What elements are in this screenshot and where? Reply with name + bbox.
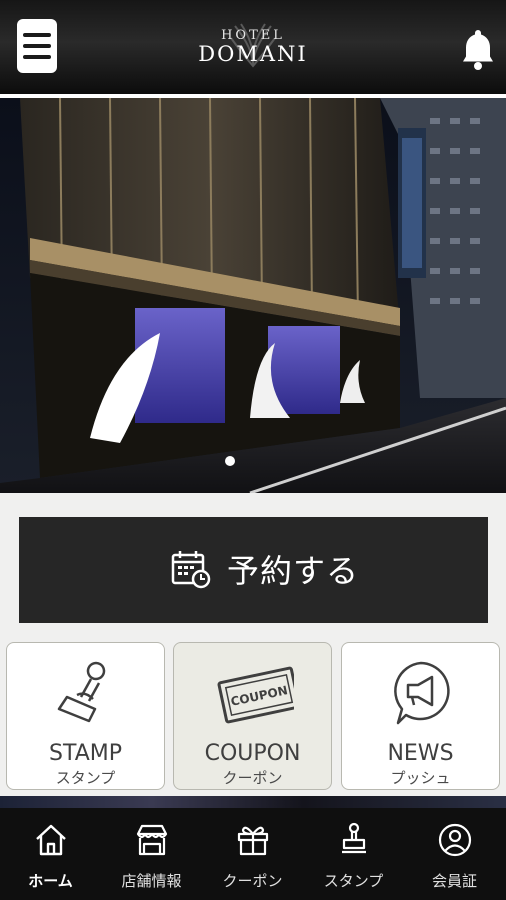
tab-home-label: ホーム (28, 872, 73, 890)
app-header: HOTEL DOMANI (0, 0, 506, 98)
news-tile[interactable]: NEWS プッシュ (341, 642, 500, 790)
coupon-subtitle: クーポン (222, 769, 283, 787)
stamp-icon (342, 822, 366, 854)
logo-hotel-text: HOTEL (221, 28, 285, 43)
calendar-clock-icon (171, 551, 211, 589)
coupon-tile[interactable]: COUPON COUPON クーポン (173, 642, 332, 790)
tab-stamp[interactable]: スタンプ (303, 808, 404, 900)
bottom-tab-bar: ホーム 店舗情報 クーポン スタンプ 会員証 (0, 808, 506, 900)
member-icon (438, 823, 472, 857)
tab-stamp-label: スタンプ (323, 872, 384, 890)
tab-member-card-label: 会員証 (431, 872, 477, 890)
stamp-subtitle: スタンプ (55, 769, 116, 787)
content-strip (0, 796, 506, 808)
tab-shop-info-label: 店舗情報 (121, 872, 182, 890)
news-title: NEWS (387, 741, 454, 766)
news-subtitle: プッシュ (390, 769, 451, 787)
tab-home[interactable]: ホーム (0, 808, 101, 900)
carousel-dot[interactable] (225, 456, 235, 466)
hero-image[interactable] (0, 98, 506, 493)
coupon-icon: COUPON (217, 666, 294, 724)
shop-icon (136, 824, 168, 856)
menu-button[interactable] (17, 19, 57, 73)
stamp-icon (57, 661, 106, 723)
home-icon (36, 824, 66, 856)
coupon-title: COUPON (204, 741, 301, 766)
gift-icon (237, 826, 269, 856)
hotel-photo (0, 98, 506, 493)
bell-icon[interactable] (462, 28, 494, 70)
megaphone-icon (394, 661, 450, 725)
tab-coupon[interactable]: クーポン (202, 808, 303, 900)
stamp-tile[interactable]: STAMP スタンプ (6, 642, 165, 790)
feature-tiles: STAMP スタンプ COUPON COUPON クーポン NEWS プッシュ (0, 636, 506, 796)
stamp-title: STAMP (49, 741, 122, 766)
reserve-button[interactable]: 予約する (19, 517, 488, 623)
reserve-label: 予約する (227, 552, 360, 590)
tab-member-card[interactable]: 会員証 (404, 808, 505, 900)
tab-coupon-label: クーポン (222, 872, 283, 890)
logo-domani-text: DOMANI (198, 42, 308, 66)
tab-shop-info[interactable]: 店舗情報 (101, 808, 202, 900)
hotel-logo: HOTEL DOMANI (178, 18, 328, 74)
